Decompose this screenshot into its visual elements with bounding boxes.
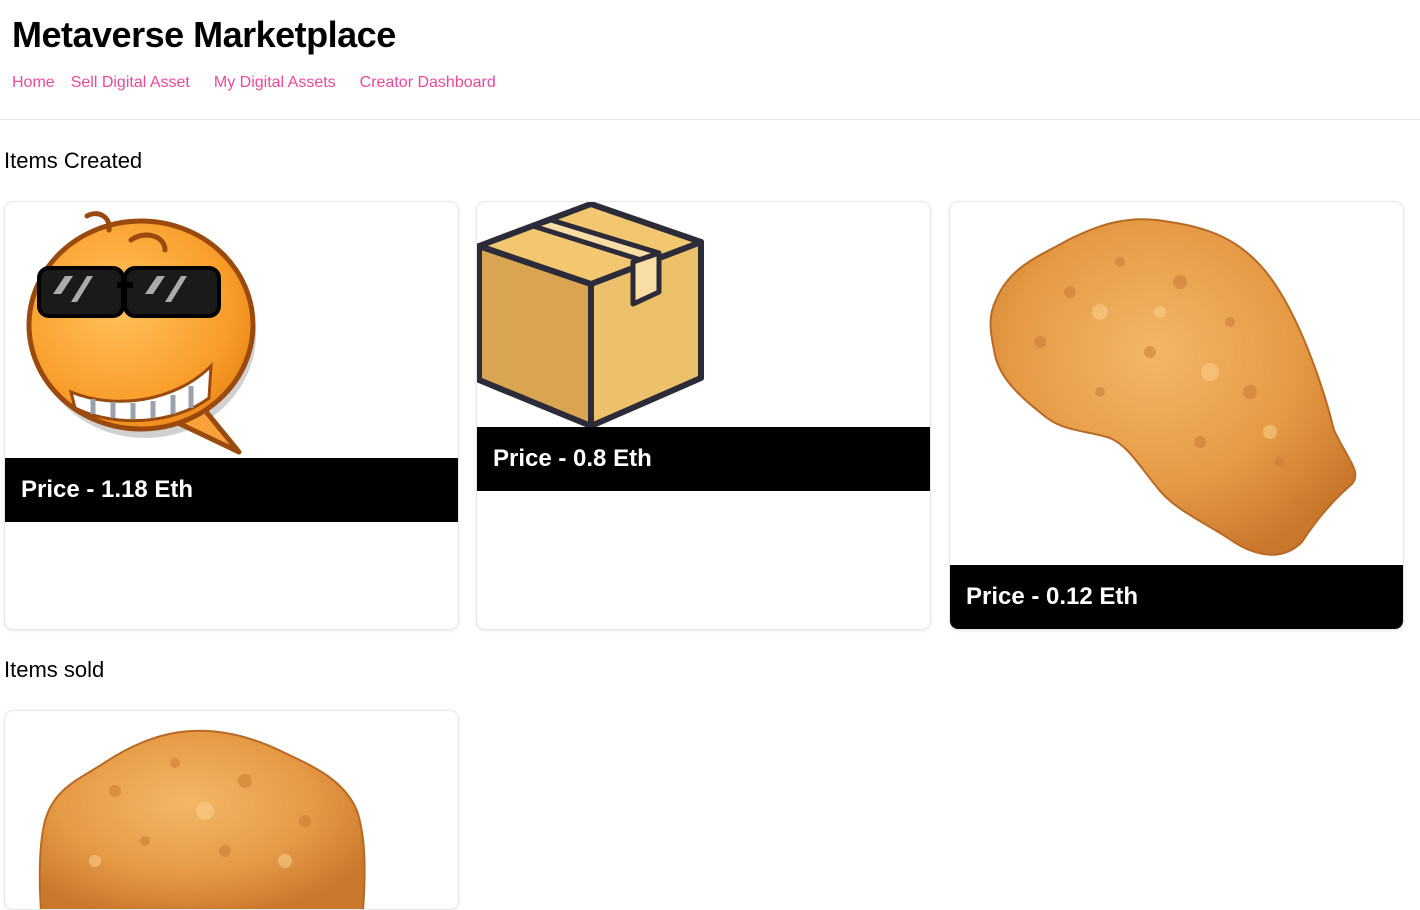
nft-card[interactable]: Price - 0.8 Eth [476, 201, 931, 630]
cardboard-box-image [477, 202, 704, 429]
main-nav: Home Sell Digital Asset My Digital Asset… [12, 74, 496, 92]
items-sold-heading: Items sold [4, 657, 105, 682]
nft-card[interactable] [4, 710, 459, 910]
price-bar: Price - 1.18 Eth [5, 458, 458, 522]
fried-chicken-nugget-image [38, 729, 366, 909]
nav-my-digital-assets-link[interactable]: My Digital Assets [214, 74, 336, 92]
nav-creator-dashboard-link[interactable]: Creator Dashboard [360, 74, 496, 92]
price-bar: Price - 0.12 Eth [950, 565, 1403, 629]
price-label: Price - 0.12 Eth [966, 583, 1139, 610]
price-label: Price - 0.8 Eth [493, 445, 652, 472]
price-bar: Price - 0.8 Eth [477, 427, 930, 491]
nav-home-link[interactable]: Home [12, 74, 55, 92]
items-created-heading: Items Created [4, 148, 143, 173]
nft-card[interactable]: Price - 0.12 Eth [949, 201, 1404, 630]
nft-card[interactable]: Price - 1.18 Eth [4, 201, 459, 630]
cool-emoji-image [26, 211, 256, 455]
fried-chicken-nugget-image [989, 218, 1357, 556]
nav-sell-digital-asset-link[interactable]: Sell Digital Asset [71, 74, 190, 92]
site-title: Metaverse Marketplace [12, 14, 396, 55]
site-header: Metaverse Marketplace Home Sell Digital … [0, 0, 1420, 120]
price-label: Price - 1.18 Eth [21, 476, 194, 503]
